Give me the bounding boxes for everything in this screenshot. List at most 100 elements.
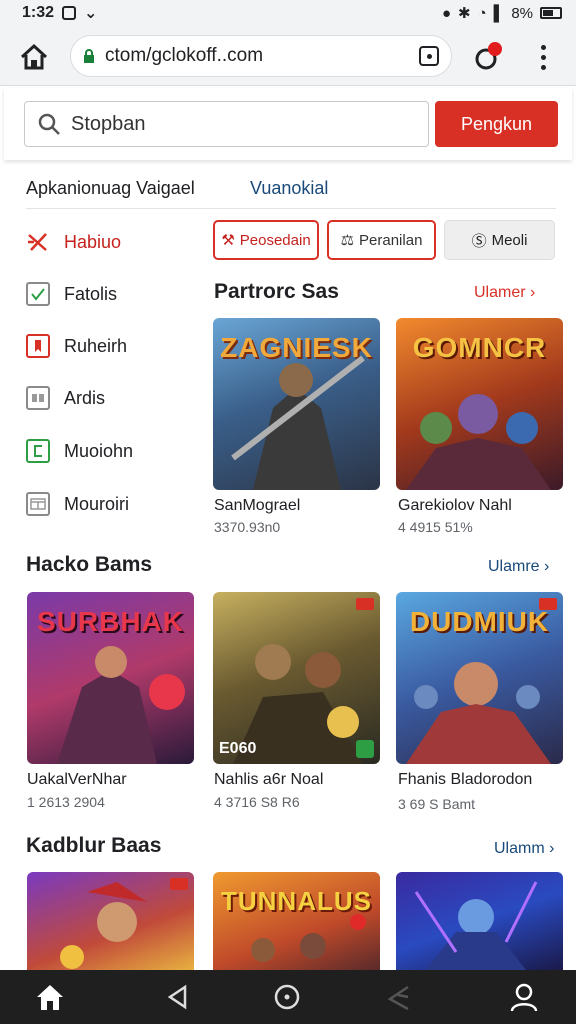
warriors-illustration — [233, 644, 363, 764]
grid-box-icon — [26, 386, 50, 410]
hammer-icon: ⚒ — [221, 232, 235, 249]
sidebar-item-label: Muoiohn — [64, 440, 134, 461]
bottom-navigation — [0, 970, 576, 1024]
game-meta: 1 2613 2904 — [27, 794, 105, 810]
back-icon — [167, 984, 187, 1010]
cyber-warrior-illustration — [414, 881, 538, 970]
tools-icon: ⚖ — [340, 232, 355, 249]
home-button[interactable] — [16, 39, 52, 75]
see-more-link[interactable]: Ulamm › — [494, 840, 554, 858]
nav-share-button[interactable] — [368, 970, 428, 1024]
sidebar-item-label: Fatolis — [64, 283, 118, 304]
game-title[interactable]: Nahlis a6r Noal — [214, 771, 323, 789]
search-button[interactable]: Pengkun — [435, 101, 558, 147]
chevron-down-icon: ⌄ — [84, 5, 98, 22]
game-card-image[interactable]: E060 — [213, 592, 380, 764]
filter-chip-meoli[interactable]: Ⓢ Meoli — [444, 220, 555, 260]
tab-switcher-icon[interactable] — [419, 46, 439, 66]
warriors-illustration — [251, 914, 366, 962]
tag-icon — [26, 439, 50, 463]
game-meta: 4 4915 51% — [398, 519, 473, 535]
tab-divider — [26, 208, 556, 209]
status-bar: 1:32 ⌄ ● ✱ ◔ ▌ 8% — [0, 0, 576, 26]
chip-label: Meoli — [491, 231, 528, 249]
nav-profile-button[interactable] — [494, 970, 554, 1024]
game-meta: 4 3716 S8 R6 — [214, 794, 300, 810]
window-icon — [26, 492, 50, 516]
sidebar-item-mouroiri[interactable]: Mouroiri — [26, 492, 129, 516]
see-more-link[interactable]: Ulamre › — [488, 558, 549, 576]
sidebar-item-label: Ruheirh — [64, 335, 128, 356]
sword-icon — [26, 230, 50, 254]
extension-button[interactable] — [470, 39, 506, 75]
notification-icon — [62, 6, 77, 20]
hero-illustration — [60, 882, 147, 969]
s-icon: Ⓢ — [471, 232, 487, 250]
signal-icon: ▌ — [493, 4, 505, 22]
wifi-icon: ◔ — [477, 4, 487, 22]
home-icon — [37, 985, 63, 1010]
art-overlay-text: E060 — [219, 740, 257, 757]
lock-icon — [84, 49, 94, 63]
overflow-menu-button[interactable] — [530, 39, 556, 75]
heroes-illustration — [406, 394, 551, 490]
sidebar-item-habiuo[interactable]: Habiuo — [26, 230, 121, 254]
search-input[interactable]: Stopban — [24, 101, 429, 147]
bluetooth-icon: ✱ — [458, 5, 471, 22]
home-icon — [20, 43, 48, 70]
chip-label: Peranilan — [359, 231, 423, 249]
filter-chip-peranilan[interactable]: ⚖ Peranilan — [327, 220, 436, 260]
section-title: Partrorc Sas — [214, 280, 339, 303]
tab-primary[interactable]: Apkanionuag Vaigael — [26, 178, 195, 199]
knight-illustration — [57, 646, 185, 764]
warrior-illustration — [231, 355, 365, 490]
alarm-icon: ● — [441, 4, 452, 22]
game-meta: 3 69 S Bamt — [398, 796, 476, 812]
browser-toolbar: ctom/gclokoff..com — [0, 26, 576, 86]
status-time: 1:32 — [22, 4, 55, 21]
game-card-image[interactable]: GOMNCR — [396, 318, 563, 490]
nav-home-button[interactable] — [20, 970, 80, 1024]
search-icon — [38, 113, 60, 135]
puzzle-icon — [475, 42, 502, 70]
game-card-image[interactable]: TUNNALUS — [213, 872, 380, 970]
search-placeholder: Stopban — [71, 112, 146, 135]
tab-secondary[interactable]: Vuanokial — [250, 178, 328, 199]
game-title[interactable]: SanMograel — [214, 497, 300, 515]
battery-icon — [540, 7, 562, 19]
battery-percent: 8% — [511, 4, 533, 22]
game-card-image[interactable]: SURBHAK — [27, 592, 194, 764]
search-bar: Stopban Pengkun — [4, 88, 572, 160]
user-icon — [510, 983, 538, 1012]
nav-back-button[interactable] — [148, 970, 208, 1024]
nav-home-circle-button[interactable] — [257, 970, 317, 1024]
circle-icon — [274, 984, 300, 1010]
sidebar-item-label: Habiuo — [64, 231, 122, 252]
heroes-illustration — [406, 662, 551, 764]
game-card-image[interactable] — [27, 872, 194, 970]
game-meta: 3370.93n0 — [214, 519, 281, 535]
game-title[interactable]: UakalVerNhar — [27, 771, 127, 789]
bookmark-icon — [26, 334, 50, 358]
game-card-image[interactable] — [396, 872, 563, 970]
sidebar-item-label: Ardis — [64, 387, 106, 408]
filter-chip-peosedain[interactable]: ⚒ Peosedain — [213, 220, 319, 260]
chip-label: Peosedain — [239, 231, 311, 249]
game-title[interactable]: Garekiolov Nahl — [398, 497, 512, 515]
verified-icon — [356, 740, 374, 758]
section-title: Kadblur Baas — [26, 834, 162, 857]
sidebar-item-muoiohn[interactable]: Muoiohn — [26, 439, 133, 463]
check-box-icon — [26, 282, 50, 306]
sidebar-item-ardis[interactable]: Ardis — [26, 386, 105, 410]
url-text: ctom/gclokoff..com — [105, 45, 264, 66]
game-card-image[interactable]: DUDMIUK — [396, 592, 563, 764]
address-bar[interactable]: ctom/gclokoff..com — [70, 35, 452, 77]
share-icon — [387, 985, 409, 1011]
sidebar-item-label: Mouroiri — [64, 493, 130, 514]
game-card-image[interactable]: ZAGNIESK — [213, 318, 380, 490]
game-title[interactable]: Fhanis Bladorodon — [398, 771, 532, 789]
section-title: Hacko Bams — [26, 553, 153, 576]
sidebar-item-ruheirh[interactable]: Ruheirh — [26, 334, 127, 358]
see-more-link[interactable]: Ulamer › — [474, 284, 535, 302]
sidebar-item-fatolis[interactable]: Fatolis — [26, 282, 117, 306]
